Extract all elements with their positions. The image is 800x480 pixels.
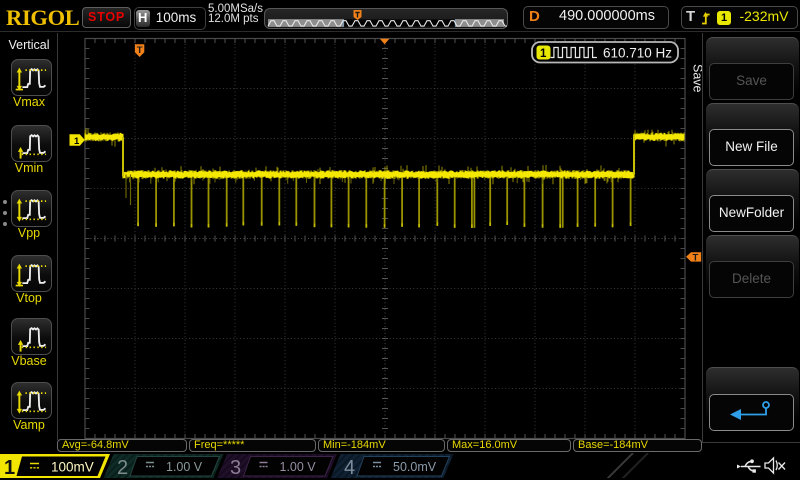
svg-text:610.710 Hz: 610.710 Hz [603, 46, 672, 61]
svg-text:1.00 V: 1.00 V [280, 460, 317, 474]
svg-text:2: 2 [117, 457, 128, 478]
svg-text:50.0mV: 50.0mV [393, 460, 437, 474]
svg-text:1: 1 [4, 457, 15, 478]
svg-text:T: T [693, 253, 699, 264]
svg-text:1: 1 [540, 48, 547, 60]
svg-text:3: 3 [230, 457, 241, 478]
svg-text:T: T [137, 45, 143, 56]
svg-text:100mV: 100mV [51, 460, 94, 475]
svg-text:1: 1 [74, 136, 80, 147]
svg-text:4: 4 [344, 457, 355, 478]
svg-text:1.00 V: 1.00 V [166, 460, 203, 474]
